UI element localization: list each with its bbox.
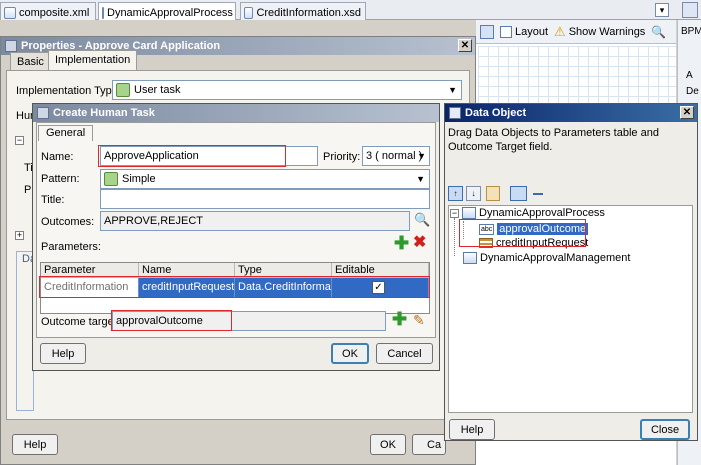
data-object-titlebar: Data Object	[445, 104, 697, 122]
tab-general[interactable]: General	[38, 125, 94, 141]
name-label: Name:	[41, 151, 74, 163]
diagram-icon[interactable]	[480, 24, 494, 39]
human-task-title: Create Human Task	[53, 107, 155, 119]
human-task-ok-button[interactable]: OK	[331, 343, 369, 364]
panel-label-a: A	[686, 70, 693, 81]
close-icon[interactable]: ✕	[680, 106, 694, 119]
collapse-all-icon[interactable]	[533, 193, 543, 195]
tab-implementation[interactable]: Implementation	[48, 50, 138, 71]
tree-node-process[interactable]: − DynamicApprovalProcess	[450, 207, 605, 219]
data-object-dialog-icon	[449, 107, 461, 119]
expand-toggle[interactable]: +	[15, 231, 24, 240]
title-field[interactable]	[100, 189, 430, 209]
chevron-down-icon: ▼	[416, 174, 425, 184]
sort-asc-icon[interactable]: ↑	[448, 186, 463, 201]
outcomes-field[interactable]: APPROVE,REJECT	[100, 211, 410, 231]
outcome-target-label: Outcome target:	[41, 316, 120, 328]
delete-parameter-icon[interactable]: ✖	[413, 234, 426, 252]
chevron-down-icon: ▼	[448, 85, 457, 95]
sort-desc-icon[interactable]: ↓	[466, 186, 481, 201]
human-task-help-button[interactable]: Help	[40, 343, 86, 364]
xml-file-icon	[4, 6, 16, 19]
properties-cancel-button[interactable]: Ca	[412, 434, 446, 455]
properties-dialog-icon	[5, 40, 17, 52]
impl-type-select[interactable]: User task ▼	[112, 80, 462, 100]
tab-label: DynamicApprovalProcess	[107, 6, 233, 19]
human-task-titlebar: Create Human Task	[33, 104, 439, 122]
parameters-label: Parameters:	[41, 241, 101, 253]
tree-selection-highlight	[459, 219, 586, 247]
outcome-target-highlight	[111, 310, 232, 331]
pattern-label: Pattern:	[41, 173, 80, 185]
name-highlight	[98, 145, 286, 167]
tab-basic[interactable]: Basic	[10, 52, 51, 70]
xsd-file-icon	[244, 6, 254, 19]
add-outcome-icon[interactable]: ✚	[392, 310, 407, 328]
human-task-cancel-button[interactable]: Cancel	[376, 343, 433, 364]
process-icon	[462, 207, 476, 219]
priority-select[interactable]: 3 ( normal ) ▼	[362, 146, 430, 166]
show-warnings-button[interactable]: ⚠ Show Warnings	[554, 24, 645, 40]
tab-composite[interactable]: composite.xml	[0, 2, 96, 20]
view-icon[interactable]	[486, 186, 500, 201]
outcomes-label: Outcomes:	[41, 216, 95, 228]
collapse-toggle[interactable]: −	[450, 208, 459, 218]
tab-dynamic-approval-process[interactable]: DynamicApprovalProcess	[98, 2, 236, 20]
expand-all-icon[interactable]	[510, 186, 527, 201]
editor-toolbar: Layout ⚠ Show Warnings 🔍	[476, 20, 676, 44]
tree-node-management[interactable]: DynamicApprovalManagement	[463, 252, 630, 264]
warning-icon: ⚠	[554, 23, 566, 39]
search-icon[interactable]: 🔍	[414, 212, 430, 228]
chevron-down-icon: ▼	[417, 151, 426, 161]
process-icon	[463, 252, 477, 264]
add-parameter-icon[interactable]: ✚	[394, 234, 409, 252]
tab-list-dropdown[interactable]: ▾	[655, 3, 669, 17]
parameter-row-highlight	[39, 276, 430, 298]
data-object-instructions: Drag Data Objects to Parameters table an…	[448, 127, 659, 153]
collapse-toggle[interactable]: −	[15, 136, 24, 145]
tab-label: composite.xml	[19, 6, 90, 19]
human-task-dialog-icon	[37, 107, 49, 119]
title-label: Title:	[41, 194, 65, 206]
close-icon[interactable]: ✕	[458, 39, 472, 52]
properties-ok-button[interactable]: OK	[370, 434, 406, 455]
tab-credit-information[interactable]: CreditInformation.xsd	[240, 2, 366, 20]
impl-type-label: Implementation Type:	[16, 85, 121, 97]
clear-outcome-icon[interactable]: ✎	[413, 311, 425, 329]
data-object-close-button[interactable]: Close	[640, 419, 690, 440]
user-task-icon	[116, 83, 130, 97]
side-toggle-icon[interactable]	[682, 2, 698, 18]
bpm-label: BPM	[681, 26, 701, 37]
search-icon[interactable]: 🔍	[651, 25, 666, 39]
canvas-grid	[478, 46, 676, 106]
priority-label: Priority:	[323, 151, 361, 163]
tree-line	[454, 218, 455, 256]
pattern-select[interactable]: Simple ▼	[100, 169, 430, 189]
layout-button[interactable]: Layout	[500, 25, 548, 38]
tab-label: CreditInformation.xsd	[256, 6, 361, 19]
data-object-title: Data Object	[465, 107, 527, 119]
layout-icon	[500, 25, 512, 38]
properties-help-button[interactable]: Help	[12, 434, 58, 455]
data-object-help-button[interactable]: Help	[449, 419, 495, 440]
panel-label-de: De	[686, 86, 699, 97]
process-file-icon	[102, 6, 104, 19]
simple-pattern-icon	[104, 172, 118, 186]
